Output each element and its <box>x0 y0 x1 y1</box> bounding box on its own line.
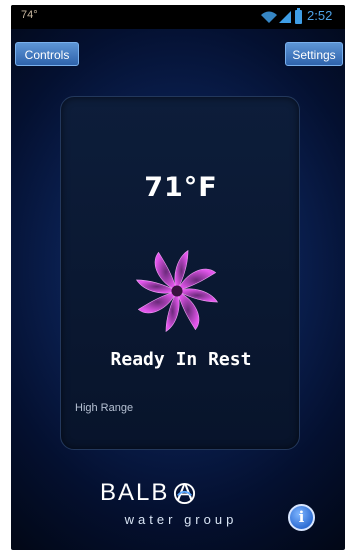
status-time: 2:52 <box>307 8 333 23</box>
spa-status-panel: 71°F Ready In Rest High Range <box>60 96 300 450</box>
signal-icon <box>279 11 291 23</box>
app-screen: 74° 2:52 Controls Settings 71°F Ready In… <box>11 5 345 550</box>
info-button[interactable]: i <box>288 504 315 531</box>
balboa-logo-subtitle: water group <box>124 512 238 527</box>
logo-globe-icon <box>173 482 196 505</box>
range-label: High Range <box>75 402 134 414</box>
wifi-icon <box>261 11 277 23</box>
pinwheel-icon <box>136 250 218 332</box>
battery-icon <box>295 8 302 24</box>
status-bar: 74° 2:52 <box>11 5 345 29</box>
info-icon: i <box>298 508 305 526</box>
status-left-text: 74° <box>21 9 38 21</box>
temperature-display: 71°F <box>144 172 218 203</box>
settings-button[interactable]: Settings <box>285 42 343 66</box>
status-text: Ready In Rest <box>110 349 252 370</box>
controls-button[interactable]: Controls <box>15 42 79 66</box>
